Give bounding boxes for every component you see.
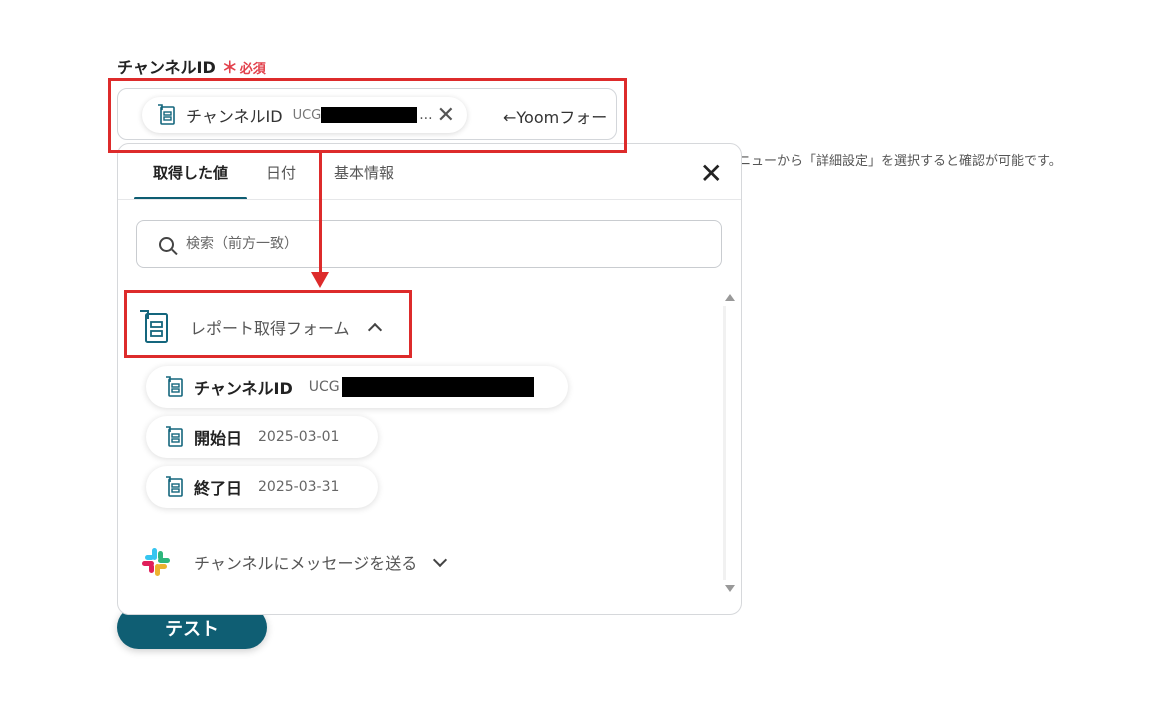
scroll-up-arrow[interactable] xyxy=(725,294,735,301)
annotation-box-input xyxy=(108,78,627,153)
annotation-arrow-head xyxy=(311,272,329,288)
hint-text: ニューから「詳細設定」を選択すると確認が可能です。 xyxy=(738,154,1062,169)
field-label-text: チャンネルID xyxy=(117,58,216,77)
item-value: 2025-03-31 xyxy=(258,479,340,495)
group-header-slack-message[interactable]: チャンネルにメッセージを送る xyxy=(140,542,448,582)
chevron-down-icon[interactable] xyxy=(433,552,448,568)
scrollbar-track[interactable] xyxy=(723,306,726,580)
list-item-start-date[interactable]: 開始日 2025-03-01 xyxy=(146,416,378,458)
item-value: 2025-03-01 xyxy=(258,429,340,445)
field-label: チャンネルID ＊必須 xyxy=(117,54,266,78)
annotation-box-group xyxy=(124,290,412,358)
annotation-arrow-line xyxy=(319,152,322,276)
search-box[interactable] xyxy=(136,220,722,268)
item-name: チャンネルID xyxy=(194,379,293,398)
search-icon xyxy=(159,236,174,252)
item-value: UCG xyxy=(308,379,340,395)
scroll-down-arrow[interactable] xyxy=(725,585,735,592)
slack-icon xyxy=(142,548,170,576)
search-input[interactable] xyxy=(184,235,668,253)
item-name: 開始日 xyxy=(194,429,243,448)
form-icon xyxy=(166,376,183,397)
list-item-end-date[interactable]: 終了日 2025-03-31 xyxy=(146,466,378,508)
value-picker-panel: 取得した値 日付 基本情報 ✕ レポート取得フォーム チャンネルID UCG xyxy=(117,143,742,615)
redacted-value xyxy=(341,377,534,397)
required-text: 必須 xyxy=(239,62,266,77)
form-icon xyxy=(166,476,183,497)
close-icon[interactable]: ✕ xyxy=(700,160,723,188)
form-icon xyxy=(166,426,183,447)
group-title: チャンネルにメッセージを送る xyxy=(194,554,418,573)
required-star: ＊ xyxy=(221,58,238,77)
tabs-divider xyxy=(118,199,741,200)
list-item-channel-id[interactable]: チャンネルID UCG xyxy=(146,366,568,408)
item-name: 終了日 xyxy=(194,479,243,498)
